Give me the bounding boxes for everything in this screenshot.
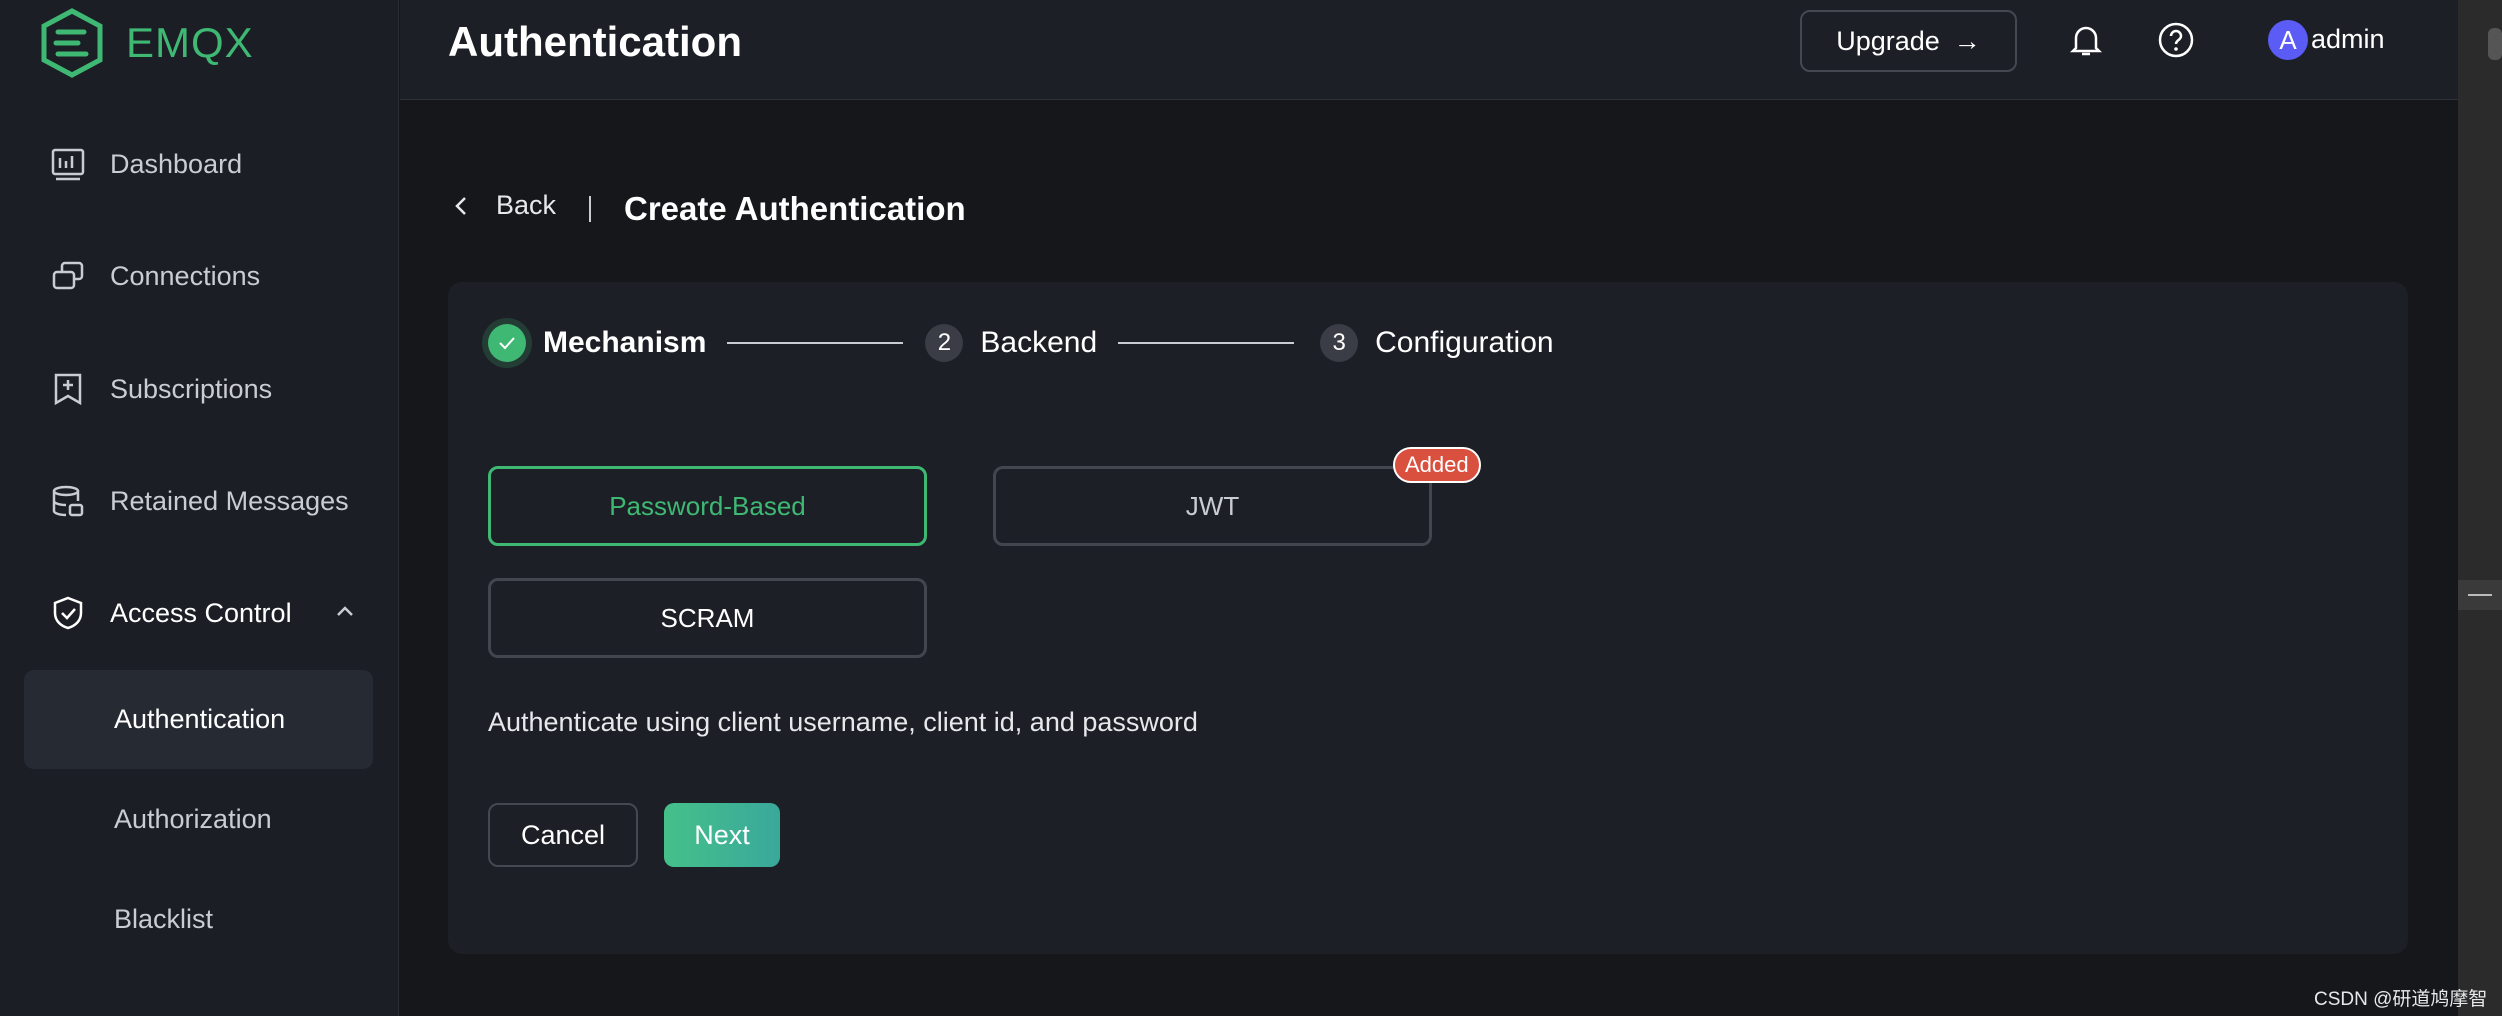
sidebar-item-dashboard[interactable]: Dashboard bbox=[0, 129, 399, 199]
mechanism-jwt[interactable]: JWT bbox=[993, 466, 1432, 546]
sidebar: EMQX Dashboard Connections Subscriptions… bbox=[0, 0, 399, 1016]
cancel-button[interactable]: Cancel bbox=[488, 803, 638, 867]
sidebar-item-label: Retained Messages bbox=[110, 485, 349, 516]
subscriptions-icon bbox=[54, 373, 82, 406]
step-connector bbox=[727, 342, 904, 344]
sidebar-item-authentication[interactable]: Authentication bbox=[24, 670, 373, 769]
sidebar-item-label: Subscriptions bbox=[110, 373, 273, 404]
mechanism-description: Authenticate using client username, clie… bbox=[488, 707, 1198, 737]
sidebar-item-subscriptions[interactable]: Subscriptions bbox=[0, 354, 399, 424]
chevron-up-icon[interactable] bbox=[336, 605, 354, 617]
minimize-icon[interactable] bbox=[2458, 580, 2502, 610]
connections-icon bbox=[52, 261, 84, 290]
bell-icon[interactable] bbox=[2066, 20, 2106, 60]
back-label: Back bbox=[496, 190, 557, 220]
page-title: Create Authentication bbox=[624, 190, 966, 227]
shield-icon bbox=[53, 596, 83, 630]
step-number: 2 bbox=[925, 324, 964, 362]
back-link[interactable]: Back bbox=[452, 190, 556, 221]
check-icon bbox=[499, 337, 515, 350]
sidebar-item-blacklist[interactable]: Blacklist bbox=[24, 870, 373, 969]
added-badge: Added bbox=[1393, 447, 1481, 483]
divider bbox=[589, 196, 591, 222]
step-number: 3 bbox=[1320, 324, 1359, 362]
database-icon bbox=[52, 485, 84, 517]
sidebar-item-label: Dashboard bbox=[110, 148, 243, 179]
avatar[interactable]: A bbox=[2268, 20, 2308, 60]
mechanism-password-based[interactable]: Password-Based bbox=[488, 466, 927, 546]
upgrade-button[interactable]: Upgrade → bbox=[1800, 10, 2017, 72]
scrollbar[interactable] bbox=[2458, 0, 2502, 1016]
header: Authentication Upgrade → A admin bbox=[400, 0, 2458, 100]
step-connector bbox=[1118, 342, 1295, 344]
step-configuration: Configuration bbox=[1375, 326, 1554, 359]
help-icon[interactable] bbox=[2156, 20, 2196, 60]
username[interactable]: admin bbox=[2311, 24, 2385, 55]
logo[interactable]: EMQX bbox=[40, 8, 254, 78]
arrow-right-icon: → bbox=[1953, 25, 1981, 56]
sidebar-item-retained-messages[interactable]: Retained Messages bbox=[0, 466, 399, 536]
steps: Mechanism 2 Backend 3 Configuration bbox=[488, 324, 1554, 362]
scroll-thumb[interactable] bbox=[2488, 28, 2502, 60]
sidebar-item-label: Access Control bbox=[110, 597, 292, 628]
mechanism-scram[interactable]: SCRAM bbox=[488, 578, 927, 658]
sidebar-item-label: Connections bbox=[110, 260, 261, 291]
step-backend: Backend bbox=[980, 326, 1098, 359]
create-authentication-card: Mechanism 2 Backend 3 Configuration Pass… bbox=[448, 282, 2408, 954]
step-done-icon bbox=[488, 324, 526, 362]
watermark: CSDN @研道鸠摩智 bbox=[2314, 989, 2488, 1010]
chevron-left-icon bbox=[455, 196, 466, 215]
dashboard-icon bbox=[51, 148, 85, 181]
upgrade-label: Upgrade bbox=[1836, 25, 1940, 56]
sidebar-item-authorization[interactable]: Authorization bbox=[24, 770, 373, 869]
brand-name: EMQX bbox=[126, 19, 254, 66]
sidebar-item-access-control[interactable]: Access Control bbox=[0, 578, 399, 648]
emqx-logo-icon bbox=[41, 8, 103, 78]
page-header-title: Authentication bbox=[448, 18, 742, 65]
step-mechanism: Mechanism bbox=[543, 326, 707, 359]
next-button[interactable]: Next bbox=[664, 803, 780, 867]
sidebar-item-connections[interactable]: Connections bbox=[0, 241, 399, 311]
